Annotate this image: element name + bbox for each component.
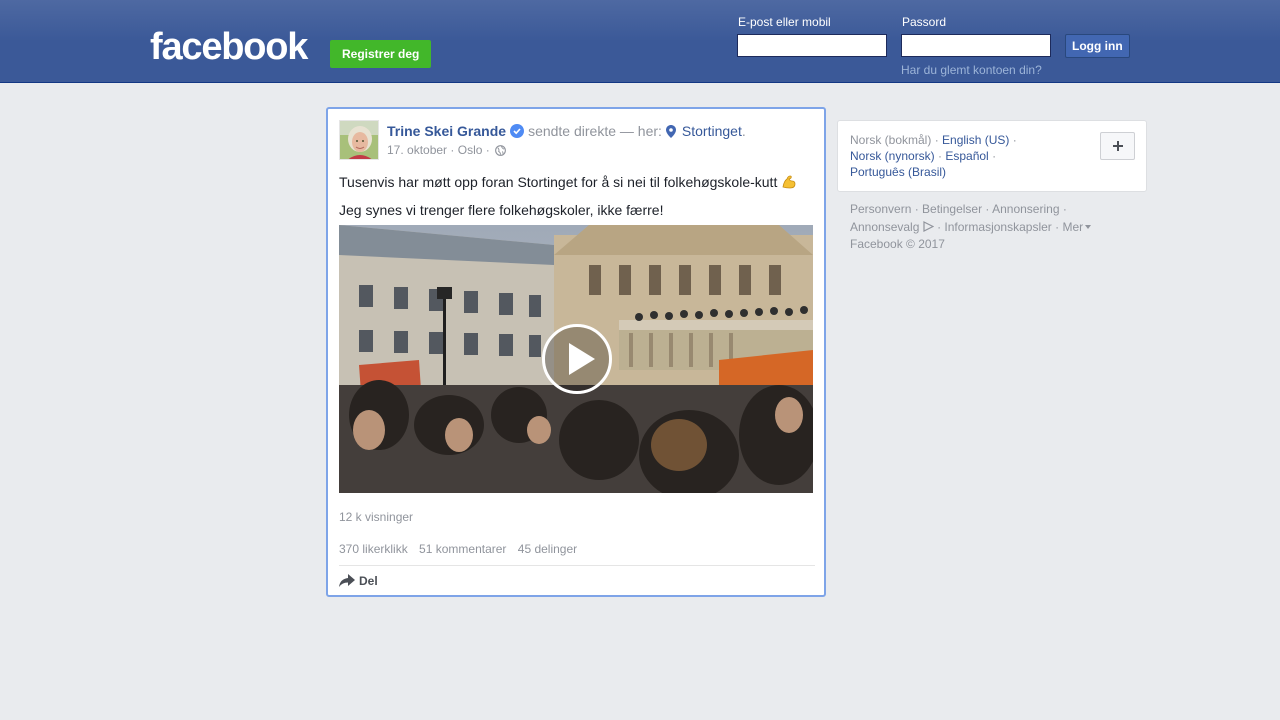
comments-count[interactable]: 51 kommentarer [419,542,506,556]
post-location: Oslo [457,143,483,157]
current-language: Norsk (bokmål) [850,133,932,147]
globe-icon[interactable] [495,145,507,159]
footer-link-advertising[interactable]: Annonsering [992,202,1059,216]
email-label: E-post eller mobil [738,15,831,29]
email-field[interactable] [737,34,887,57]
language-link[interactable]: Español [945,149,988,163]
plus-icon [1113,141,1123,151]
divider [339,565,815,566]
place-suffix: . [741,123,746,139]
video-post-card: Trine Skei Grande sendte direkte — her: St… [326,107,826,597]
footer-links: Personvern · Betingelser · Annonsering ·… [850,201,1110,252]
shares-count[interactable]: 45 delinger [518,542,577,556]
top-navigation-bar: facebook Registrer deg E-post eller mobi… [0,0,1280,83]
verified-badge-icon [510,124,525,138]
share-label: Del [359,574,378,588]
more-languages-button[interactable] [1100,132,1135,160]
facebook-logo[interactable]: facebook [150,26,308,68]
play-icon [569,343,595,375]
author-name-link[interactable]: Trine Skei Grande [387,123,506,139]
copyright: Facebook © 2017 [850,237,945,251]
share-arrow-icon [339,574,355,587]
footer-link-terms[interactable]: Betingelser [922,202,982,216]
video-player[interactable] [339,225,813,493]
password-label: Passord [902,15,947,29]
post-text: Tusenvis har møtt opp foran Stortinget f… [339,170,809,223]
post-header: Trine Skei Grande sendte direkte — her: St… [387,122,746,142]
language-list: Norsk (bokmål) · English (US) · Norsk (n… [850,133,1017,179]
footer-more-link[interactable]: Mer [1062,220,1083,234]
flexed-biceps-emoji-icon [781,173,797,198]
post-meta: 17. oktober · Oslo · [387,143,507,159]
post-date-link[interactable]: 17. oktober [387,143,447,157]
footer-link-cookies[interactable]: Informasjonskapsler [944,220,1051,234]
adchoices-icon [923,220,935,236]
author-avatar[interactable] [339,120,379,160]
reaction-stats: 370 likerklikk 51 kommentarer 45 delinge… [339,542,585,556]
register-button[interactable]: Registrer deg [330,40,432,68]
login-button[interactable]: Logg inn [1065,34,1130,58]
password-field[interactable] [901,34,1051,57]
likes-count[interactable]: 370 likerklikk [339,542,408,556]
map-pin-icon [665,124,676,142]
chevron-down-icon [1085,217,1092,233]
footer-link-adchoices[interactable]: Annonsevalg [850,220,919,234]
place-link[interactable]: Stortinget [682,123,742,139]
forgot-account-link[interactable]: Har du glemt kontoen din? [901,63,1042,77]
play-button[interactable] [542,324,612,394]
language-link[interactable]: Norsk (nynorsk) [850,149,935,163]
language-link[interactable]: Português (Brasil) [850,165,946,179]
share-button[interactable]: Del [339,574,378,588]
post-action-text: sendte direkte — her: [528,123,662,139]
meta-separator: · [485,143,490,157]
post-text-line: Tusenvis har møtt opp foran Stortinget f… [339,170,809,198]
post-text-line: Jeg synes vi trenger flere folkehøgskole… [339,202,664,218]
view-count: 12 k visninger [339,510,414,524]
meta-separator: · [450,143,455,157]
language-link[interactable]: English (US) [942,133,1009,147]
footer-link-privacy[interactable]: Personvern [850,202,911,216]
language-selector-box: Norsk (bokmål) · English (US) · Norsk (n… [837,120,1147,192]
